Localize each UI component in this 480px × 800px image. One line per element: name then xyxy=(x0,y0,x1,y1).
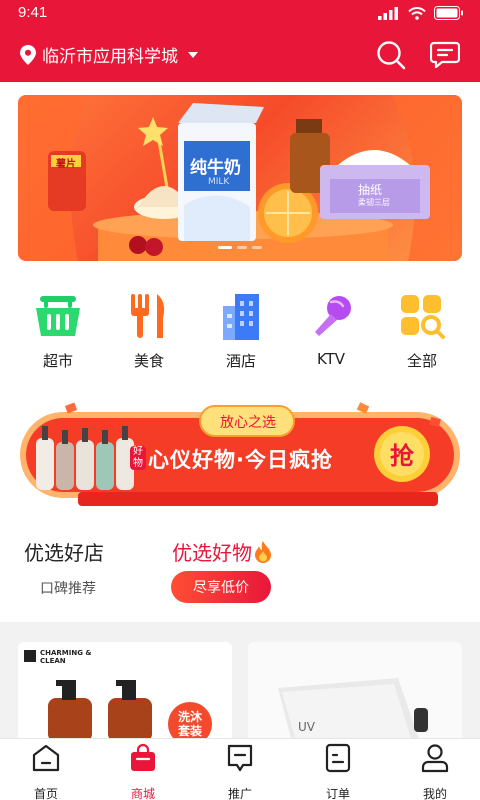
location-label: 临沂市应用科学城 xyxy=(42,47,178,67)
category-grid: 超市 美食 酒店 KTV 全部 xyxy=(0,292,480,378)
cutlery-icon xyxy=(125,292,173,340)
message-button[interactable] xyxy=(428,38,462,72)
location-pin-icon xyxy=(20,44,36,65)
header: 9:41 临沂市应用科学城 xyxy=(0,0,480,82)
shopping-bag-icon xyxy=(131,743,155,771)
product-brand: CHARMING & CLEAN xyxy=(40,649,92,665)
grid-search-icon xyxy=(398,292,446,340)
promo-title: 心仪好物·今日疯抢 xyxy=(148,448,333,472)
category-label: 全部 xyxy=(406,352,437,370)
promo-grab[interactable]: 抢 xyxy=(384,436,420,471)
basket-icon xyxy=(34,292,82,340)
product-card[interactable]: UV xyxy=(248,642,462,742)
message-icon xyxy=(430,41,460,69)
status-icons xyxy=(378,6,464,20)
tab-label: 订单 xyxy=(325,787,350,800)
status-bar: 9:41 xyxy=(0,0,480,26)
banner-tissue-sub: 柔韧三层 xyxy=(358,198,390,207)
tab-promote[interactable]: 推广 xyxy=(210,743,270,800)
promo-tag: 放心之选 xyxy=(220,415,276,431)
tab-mall[interactable]: 商城 xyxy=(113,743,173,800)
tab-label: 首页 xyxy=(33,787,58,800)
product-card[interactable]: CHARMING & CLEAN 洗沐套装 xyxy=(18,642,232,742)
building-icon xyxy=(217,292,265,340)
category-label: 美食 xyxy=(133,352,164,370)
category-hotel[interactable]: 酒店 xyxy=(206,292,276,371)
tab-label: 商城 xyxy=(130,787,155,800)
category-label: KTV xyxy=(316,350,346,368)
category-label: 超市 xyxy=(42,352,73,370)
microphone-icon xyxy=(307,292,355,340)
share-card-icon xyxy=(227,744,253,772)
home-icon xyxy=(32,744,60,772)
category-food[interactable]: 美食 xyxy=(114,292,184,371)
status-time: 9:41 xyxy=(18,4,48,21)
product-tag: 洗沐套装 xyxy=(177,710,202,738)
chevron-down-icon xyxy=(188,51,198,58)
product-image xyxy=(248,642,462,742)
battery-icon xyxy=(434,6,463,20)
product-mark: UV xyxy=(298,720,315,734)
banner-milk-sub: MILK xyxy=(208,177,230,187)
fire-icon xyxy=(255,540,271,563)
tab-orders[interactable]: 订单 xyxy=(308,743,368,800)
wifi-icon xyxy=(408,6,426,20)
selection-shops-subtitle: 口碑推荐 xyxy=(40,581,96,597)
category-label: 酒店 xyxy=(225,352,256,370)
user-icon xyxy=(421,744,449,773)
banner-milk-text: 纯牛奶 xyxy=(190,158,241,178)
tab-label: 推广 xyxy=(227,787,252,800)
selection-goods-title-wrap: 优选好物 xyxy=(172,537,272,566)
tab-home[interactable]: 首页 xyxy=(16,743,76,800)
tab-mine[interactable]: 我的 xyxy=(405,743,465,800)
banner-dot[interactable] xyxy=(252,246,262,249)
banner-dot[interactable] xyxy=(237,246,247,249)
category-supermarket[interactable]: 超市 xyxy=(23,292,93,371)
order-icon xyxy=(325,743,351,773)
banner-badge-text: 薯片 xyxy=(56,159,76,170)
signal-icon xyxy=(378,6,398,20)
tab-bar: 首页 商城 推广 订单 我的 xyxy=(0,738,480,800)
selection-shops-title: 优选好店 xyxy=(24,541,104,565)
category-all[interactable]: 全部 xyxy=(387,292,457,371)
location-selector[interactable]: 临沂市应用科学城 xyxy=(20,42,198,67)
selection-goods-title: 优选好物 xyxy=(172,541,252,565)
promo-strip[interactable]: 放心之选 好物 心仪好物·今日疯抢 抢 xyxy=(18,398,462,514)
banner-illustration xyxy=(18,95,462,261)
promo-side-label: 好物 xyxy=(130,446,146,470)
category-ktv[interactable]: KTV xyxy=(296,292,366,368)
search-button[interactable] xyxy=(374,38,408,72)
search-icon xyxy=(377,41,406,70)
enjoy-low-price-button[interactable]: 尽享低价 xyxy=(171,571,271,603)
banner-tissue-text: 抽纸 xyxy=(358,183,383,197)
banner-pagination xyxy=(18,246,462,249)
promo-banner[interactable]: 薯片 纯牛奶 MILK 抽纸 柔韧三层 xyxy=(18,95,462,261)
banner-dot[interactable] xyxy=(218,246,232,249)
tab-label: 我的 xyxy=(422,787,447,800)
